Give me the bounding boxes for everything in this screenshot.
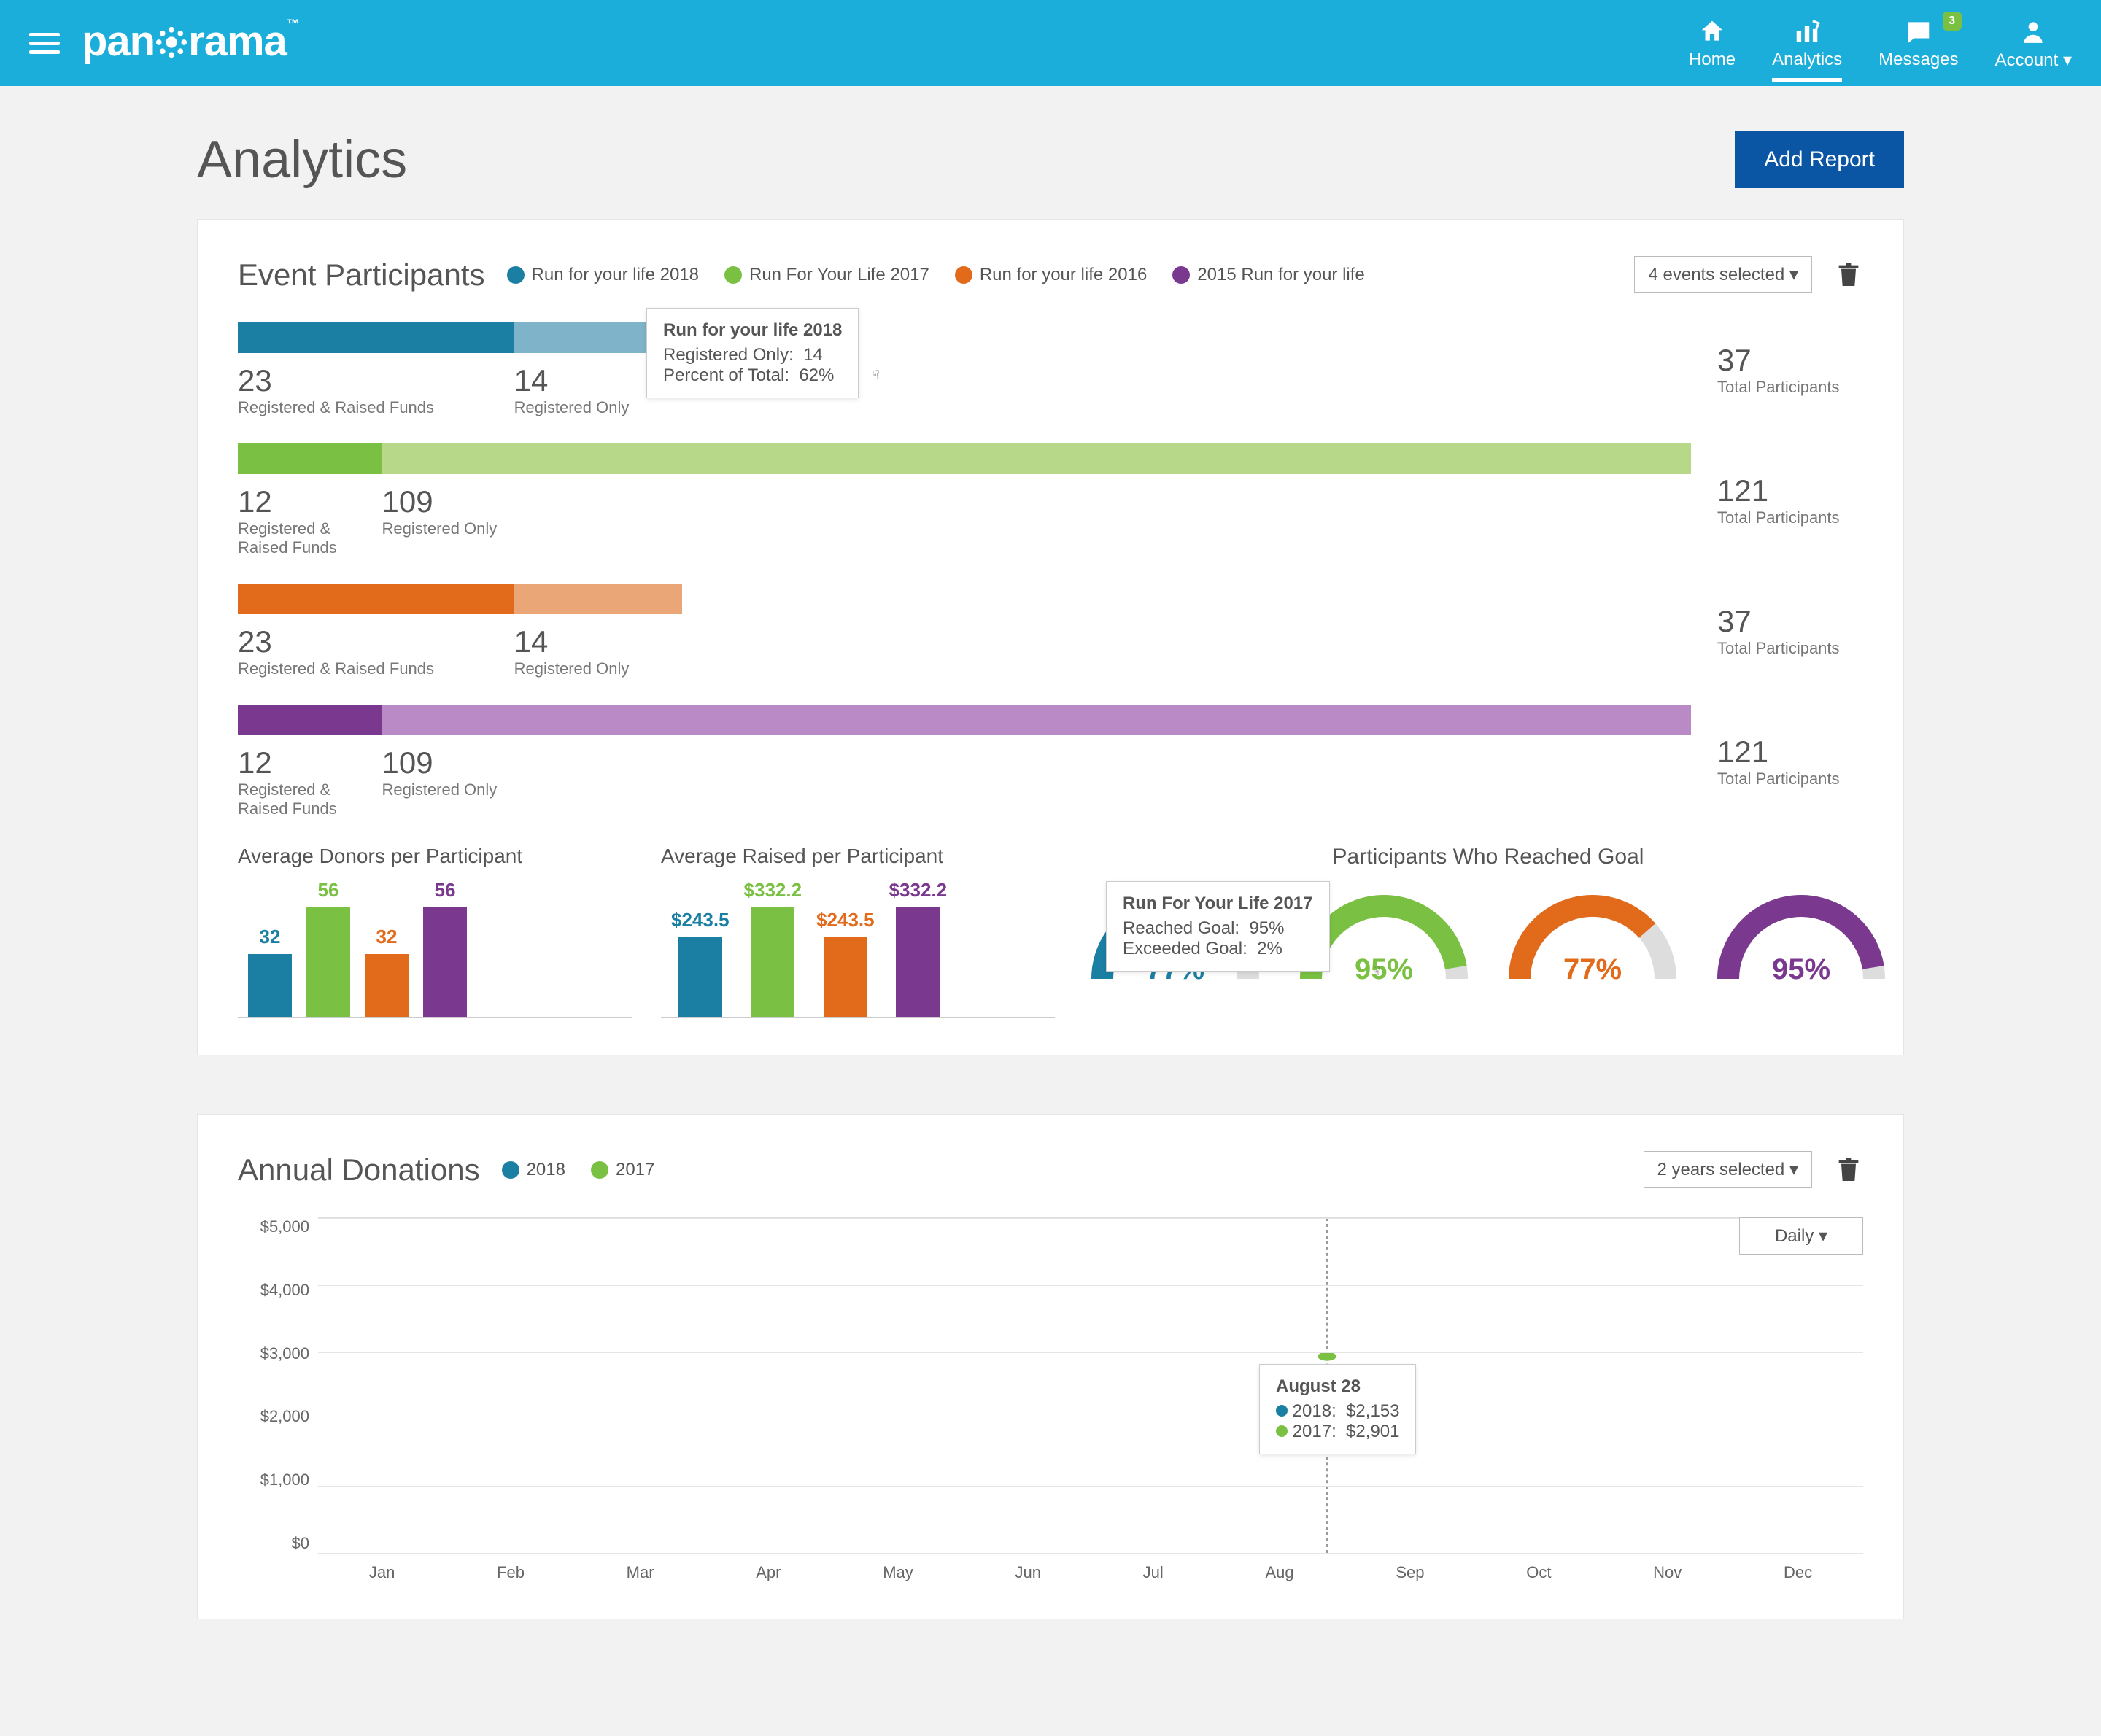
participant-row: Run for your life 2018 Registered Only: … <box>238 322 1863 417</box>
nav-account[interactable]: Account ▾ <box>1995 16 2072 71</box>
legend-label: Run for your life 2016 <box>980 265 1147 285</box>
nav-analytics-label: Analytics <box>1772 50 1842 70</box>
avg-donors-chart: Average Donors per Participant 32 56 32 … <box>238 845 632 1018</box>
y-tick: $1,000 <box>238 1470 309 1489</box>
nav-messages-label: Messages <box>1878 50 1958 70</box>
x-tick: Jan <box>369 1563 395 1582</box>
participants-title: Event Participants <box>238 257 485 292</box>
mini-bar: $332.2 <box>744 879 802 1017</box>
legend-label: 2015 Run for your life <box>1197 265 1364 285</box>
x-tick: Aug <box>1265 1563 1293 1582</box>
bar-segment-only[interactable] <box>514 584 682 614</box>
cursor-icon: ☟ <box>1373 964 1390 982</box>
x-tick: Dec <box>1784 1563 1812 1582</box>
gauge[interactable]: 77% <box>1501 884 1684 986</box>
bar-segment-raised[interactable] <box>238 705 382 735</box>
bar-segment-only[interactable] <box>382 705 1691 735</box>
participant-row: 12Registered & Raised Funds 109Registere… <box>238 705 1863 818</box>
y-axis: $5,000 $4,000 $3,000 $2,000 $1,000 $0 <box>238 1217 318 1553</box>
gauge[interactable]: 95% <box>1710 884 1892 986</box>
participant-row: 12Registered & Raised Funds 109Registere… <box>238 443 1863 557</box>
nav-home-label: Home <box>1689 50 1736 70</box>
legend-item: Run for your life 2018 <box>507 265 699 285</box>
mini-bar: $332.2 <box>889 879 948 1017</box>
delete-icon[interactable] <box>1834 1153 1863 1187</box>
donations-line-chart: Daily ▾ $5,000 $4,000 $3,000 $2,000 $1,000 $0… <box>238 1217 1863 1582</box>
y-tick: $5,000 <box>238 1217 309 1236</box>
x-tick: Oct <box>1526 1563 1551 1582</box>
delete-icon[interactable] <box>1834 258 1863 292</box>
bar-segment-only[interactable] <box>382 443 1691 474</box>
legend-label: Run for your life 2018 <box>532 265 699 285</box>
participants-card: Event Participants Run for your life 201… <box>197 219 1904 1055</box>
mini-bar: 32 <box>365 926 409 1017</box>
mini-bar: 56 <box>306 879 350 1017</box>
x-axis: Jan Feb Mar Apr May Jun Jul Aug Sep Oct Nov Dec <box>318 1563 1863 1582</box>
y-tick: $3,000 <box>238 1344 309 1363</box>
legend-item: Run for your life 2016 <box>955 265 1147 285</box>
y-tick: $0 <box>238 1534 309 1553</box>
plot-area: August 28 2018: $2,153 2017: $2,901 <box>318 1217 1863 1553</box>
bar-segment-raised[interactable] <box>238 322 514 353</box>
add-report-button[interactable]: Add Report <box>1735 131 1904 188</box>
years-selector[interactable]: 2 years selected ▾ <box>1644 1151 1812 1188</box>
legend-label: 2017 <box>616 1160 654 1180</box>
x-tick: Mar <box>627 1563 654 1582</box>
chevron-down-icon: ▾ <box>2063 50 2072 70</box>
legend-item: 2018 <box>502 1160 565 1180</box>
messages-badge: 3 <box>1943 12 1962 31</box>
mini-bar: $243.5 <box>671 909 730 1018</box>
nav-account-label: Account ▾ <box>1995 50 2072 71</box>
bar-segment-raised[interactable] <box>238 584 514 614</box>
participants-legend: Run for your life 2018 Run For Your Life … <box>507 265 1613 285</box>
goal-title: Participants Who Reached Goal <box>1084 845 1892 869</box>
avg-raised-chart: Average Raised per Participant $243.5 $3… <box>661 845 1055 1018</box>
x-tick: Nov <box>1653 1563 1682 1582</box>
x-tick: Apr <box>756 1563 781 1582</box>
participant-row: 23Registered & Raised Funds 14Registered… <box>238 584 1863 678</box>
goal-tooltip: Run For Your Life 2017 Reached Goal: 95%… <box>1106 881 1330 972</box>
goal-gauges: Participants Who Reached Goal Run For Yo… <box>1084 845 1892 1018</box>
logo: pan rama™ <box>82 17 299 69</box>
x-tick: Jul <box>1143 1563 1164 1582</box>
mini-bar: $243.5 <box>816 909 875 1018</box>
mini-bar: 56 <box>423 879 467 1017</box>
avg-raised-title: Average Raised per Participant <box>661 845 1055 868</box>
analytics-icon <box>1772 16 1842 47</box>
events-selector[interactable]: 4 events selected ▾ <box>1634 256 1812 293</box>
page-title: Analytics <box>197 130 407 190</box>
donations-card: Annual Donations 2018 2017 2 years select… <box>197 1114 1904 1619</box>
menu-icon[interactable] <box>29 33 60 54</box>
donations-tooltip: August 28 2018: $2,153 2017: $2,901 <box>1259 1364 1416 1454</box>
legend-label: 2018 <box>527 1160 565 1180</box>
x-tick: Feb <box>497 1563 525 1582</box>
legend-label: Run For Your Life 2017 <box>749 265 929 285</box>
mini-bar: 32 <box>248 926 292 1017</box>
x-tick: Jun <box>1015 1563 1040 1582</box>
chevron-down-icon: ▾ <box>1789 1160 1798 1179</box>
legend-item: 2017 <box>591 1160 654 1180</box>
legend-item: Run For Your Life 2017 <box>724 265 929 285</box>
participants-tooltip: Run for your life 2018 Registered Only: … <box>646 308 859 398</box>
granularity-selector[interactable]: Daily ▾ <box>1739 1217 1863 1255</box>
x-tick: Sep <box>1396 1563 1424 1582</box>
y-tick: $2,000 <box>238 1407 309 1426</box>
account-icon <box>1995 16 2072 47</box>
chevron-down-icon: ▾ <box>1789 265 1798 284</box>
nav-analytics[interactable]: Analytics <box>1772 16 1842 82</box>
donations-title: Annual Donations <box>238 1152 480 1187</box>
topbar: pan rama™ Home Analytics 3 Messages Acco… <box>0 0 2101 86</box>
home-icon <box>1689 16 1736 47</box>
legend-item: 2015 Run for your life <box>1172 265 1364 285</box>
bar-segment-raised[interactable] <box>238 443 382 474</box>
nav-home[interactable]: Home <box>1689 16 1736 71</box>
avg-donors-title: Average Donors per Participant <box>238 845 632 868</box>
y-tick: $4,000 <box>238 1281 309 1300</box>
chevron-down-icon: ▾ <box>1819 1226 1827 1246</box>
x-tick: May <box>883 1563 913 1582</box>
nav-messages[interactable]: 3 Messages <box>1878 16 1958 71</box>
donations-legend: 2018 2017 <box>502 1160 1622 1180</box>
nav: Home Analytics 3 Messages Account ▾ <box>1689 16 2072 71</box>
